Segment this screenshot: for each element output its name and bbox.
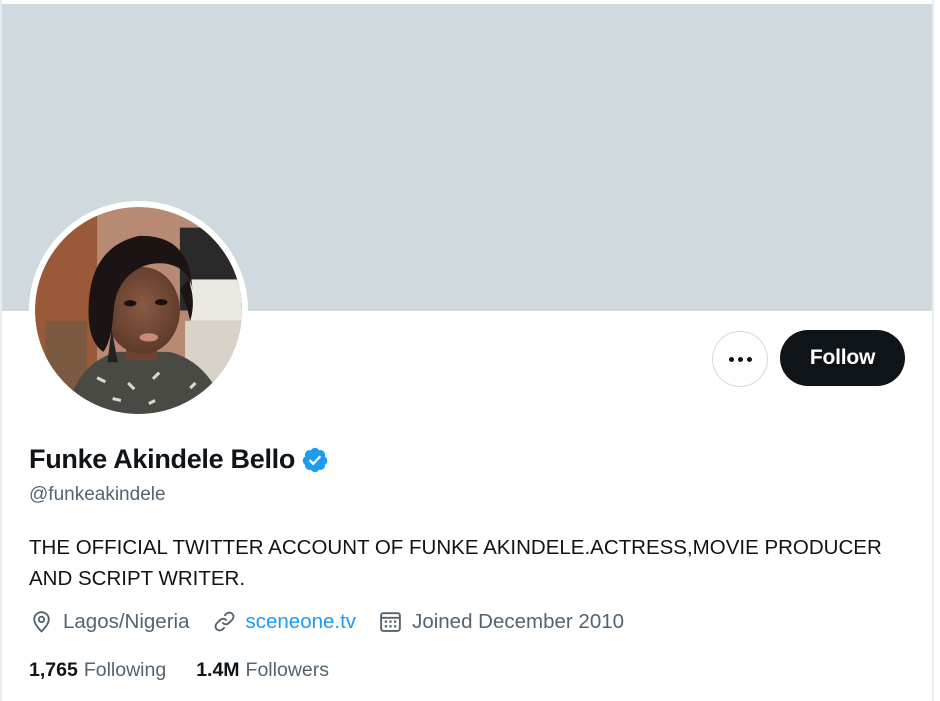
website-item[interactable]: sceneone.tv	[212, 609, 357, 634]
following-link[interactable]: 1,765 Following	[29, 659, 166, 682]
display-name: Funke Akindele Bello	[29, 444, 296, 474]
user-handle: @funkeakindele	[29, 484, 166, 505]
column-border-right	[932, 0, 934, 701]
follow-stats: 1,765 Following 1.4M Followers	[29, 659, 359, 682]
followers-label: Followers	[245, 659, 329, 681]
avatar-ring	[29, 201, 248, 420]
location-item: Lagos/Nigeria	[29, 609, 190, 634]
avatar[interactable]	[35, 207, 242, 414]
following-label: Following	[83, 659, 167, 681]
calendar-icon	[380, 612, 401, 632]
more-options-button[interactable]	[712, 331, 768, 387]
profile-meta: Lagos/Nigeria sceneone.tv Joined Decembe…	[29, 609, 646, 634]
location-pin-icon	[33, 611, 50, 633]
link-icon	[214, 611, 234, 632]
profile-header: Follow Funke Akindele Bello @funkeakinde…	[0, 0, 940, 701]
more-horizontal-icon	[728, 356, 752, 362]
location-text: Lagos/Nigeria	[63, 609, 190, 633]
verified-badge-icon	[302, 447, 328, 472]
followers-count: 1.4M	[196, 659, 240, 681]
bio-text: THE OFFICIAL TWITTER ACCOUNT OF FUNKE AK…	[29, 536, 882, 590]
joined-text: Joined December 2010	[412, 609, 625, 633]
website-link[interactable]: sceneone.tv	[246, 610, 357, 634]
followers-link[interactable]: 1.4M Followers	[196, 659, 329, 682]
follow-button[interactable]: Follow	[780, 330, 905, 386]
name-row: Funke Akindele Bello	[29, 444, 329, 475]
following-count: 1,765	[29, 659, 78, 681]
joined-item: Joined December 2010	[378, 609, 624, 634]
